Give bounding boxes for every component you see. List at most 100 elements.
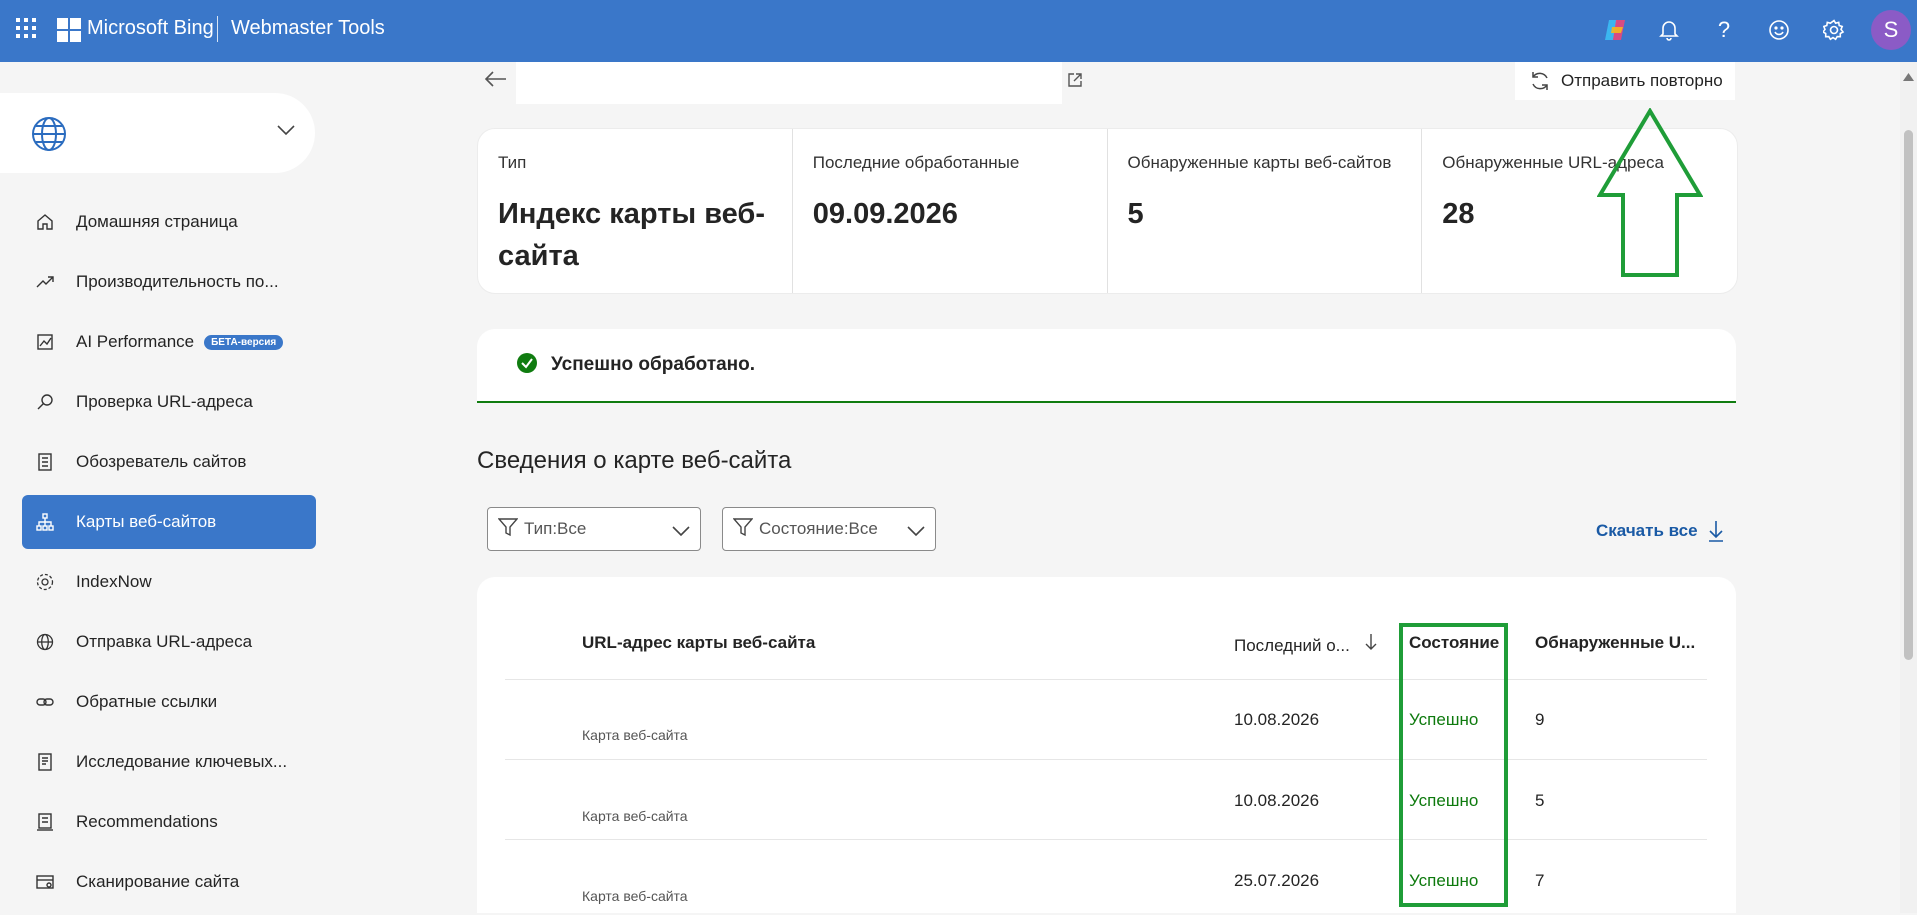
type-filter[interactable]: Тип:Все bbox=[487, 507, 701, 551]
sitemap-icon bbox=[35, 512, 55, 532]
column-header-last-processed[interactable]: Последний о... bbox=[1234, 633, 1377, 656]
status-text: Успешно обработано. bbox=[551, 354, 756, 375]
info-type-label: Тип bbox=[498, 153, 527, 172]
feedback-smiley-icon[interactable] bbox=[1763, 14, 1795, 46]
download-icon bbox=[1708, 521, 1723, 542]
sidebar-item-performance[interactable]: Производительность по... bbox=[22, 255, 316, 309]
sidebar-item-label: Recommendations bbox=[76, 812, 218, 831]
row-type: Карта веб-сайта bbox=[582, 727, 688, 743]
sidebar-item-label: Отправка URL-адреса bbox=[76, 632, 253, 651]
filter-icon bbox=[497, 517, 519, 542]
brand-divider bbox=[217, 16, 218, 42]
chart-icon bbox=[35, 332, 55, 352]
resubmit-label: Отправить повторно bbox=[1561, 71, 1723, 90]
scrollbar-thumb[interactable] bbox=[1904, 130, 1913, 660]
column-header-url[interactable]: URL-адрес карты веб-сайта bbox=[582, 633, 815, 653]
up-arrow-annotation-icon bbox=[1596, 107, 1704, 283]
column-header-discovered[interactable]: Обнаруженные U... bbox=[1535, 633, 1695, 653]
info-last-processed: Последние обработанные 09.09.2026 bbox=[793, 129, 1108, 293]
scan-icon bbox=[35, 872, 55, 892]
sidebar-item-label: Сканирование сайта bbox=[76, 872, 240, 891]
refresh-icon bbox=[1532, 72, 1548, 90]
open-external-icon[interactable] bbox=[1067, 72, 1083, 93]
sidebar-item-keyword-research[interactable]: Исследование ключевых... bbox=[22, 735, 316, 789]
sidebar-nav: Домашняя страница Производительность по.… bbox=[22, 195, 316, 915]
download-all-link[interactable]: Скачать все bbox=[1596, 520, 1724, 542]
sidebar-item-recommendations[interactable]: Recommendations bbox=[22, 795, 316, 849]
sitemaps-table: URL-адрес карты веб-сайта Последний о...… bbox=[477, 577, 1736, 913]
row-date: 10.08.2026 bbox=[1234, 791, 1320, 810]
resubmit-button[interactable]: Отправить повторно bbox=[1515, 62, 1735, 100]
chevron-down-icon bbox=[672, 522, 690, 542]
sidebar-item-label: Производительность по... bbox=[76, 272, 279, 291]
row-count: 9 bbox=[1535, 710, 1545, 729]
document-icon bbox=[35, 752, 55, 772]
row-count: 5 bbox=[1535, 791, 1545, 810]
notifications-icon[interactable] bbox=[1653, 14, 1685, 46]
status-column-highlight bbox=[1399, 623, 1508, 907]
info-sitemaps: Обнаруженные карты веб-сайтов 5 bbox=[1108, 129, 1423, 293]
info-type: Тип Индекс карты веб-сайта bbox=[478, 129, 793, 293]
checklist-icon bbox=[35, 812, 55, 832]
section-title: Сведения о карте веб-сайта bbox=[477, 447, 792, 474]
top-bar: Microsoft Bing Webmaster Tools ? S bbox=[0, 0, 1917, 62]
sidebar-item-site-explorer[interactable]: Обозреватель сайтов bbox=[22, 435, 316, 489]
sidebar-item-label: Исследование ключевых... bbox=[76, 752, 288, 771]
home-icon bbox=[35, 212, 55, 232]
sidebar-item-site-scan[interactable]: Сканирование сайта bbox=[22, 855, 316, 909]
product-name[interactable]: Webmaster Tools bbox=[231, 17, 385, 40]
scroll-up-icon[interactable] bbox=[1903, 68, 1914, 86]
back-arrow-icon[interactable] bbox=[484, 70, 508, 93]
sidebar-item-indexnow[interactable]: IndexNow bbox=[22, 555, 316, 609]
info-last-processed-label: Последние обработанные bbox=[812, 153, 1020, 172]
success-check-icon bbox=[517, 352, 537, 378]
globe-icon bbox=[35, 632, 55, 652]
row-date: 25.07.2026 bbox=[1234, 871, 1320, 890]
microsoft-logo-icon bbox=[57, 18, 81, 42]
sidebar-item-label: Карты веб-сайтов bbox=[76, 512, 217, 531]
link-icon bbox=[35, 692, 55, 712]
sidebar-item-sitemaps[interactable]: Карты веб-сайтов bbox=[22, 495, 316, 549]
sidebar-item-home[interactable]: Домашняя страница bbox=[22, 195, 316, 249]
copilot-icon[interactable] bbox=[1600, 14, 1632, 46]
download-all-label: Скачать все bbox=[1596, 521, 1698, 540]
status-filter-label: Состояние:Все bbox=[759, 519, 878, 538]
sidebar-item-backlinks[interactable]: Обратные ссылки bbox=[22, 675, 316, 729]
type-filter-label: Тип:Все bbox=[524, 519, 587, 538]
sidebar-item-label: AI Performance bbox=[76, 332, 195, 351]
column-header-last-label: Последний о... bbox=[1234, 636, 1350, 655]
row-divider bbox=[505, 839, 1707, 840]
trend-icon bbox=[35, 272, 55, 292]
row-divider bbox=[505, 759, 1707, 760]
beta-badge: БЕТА-версия bbox=[204, 334, 284, 350]
list-icon bbox=[35, 452, 55, 472]
status-filter[interactable]: Состояние:Все bbox=[722, 507, 936, 551]
chevron-down-icon bbox=[907, 522, 925, 542]
site-selector[interactable] bbox=[0, 93, 315, 173]
help-icon[interactable]: ? bbox=[1708, 14, 1740, 46]
status-banner: Успешно обработано. bbox=[477, 329, 1736, 403]
row-type: Карта веб-сайта bbox=[582, 808, 688, 824]
chevron-down-icon[interactable] bbox=[277, 123, 295, 141]
app-launcher-icon[interactable] bbox=[15, 17, 37, 39]
brand-name[interactable]: Microsoft Bing bbox=[87, 17, 214, 40]
info-type-value: Индекс карты веб-сайта bbox=[498, 198, 765, 272]
gear-icon bbox=[35, 572, 55, 592]
info-sitemaps-label: Обнаруженные карты веб-сайтов bbox=[1127, 153, 1392, 172]
sidebar-item-url-submission[interactable]: Отправка URL-адреса bbox=[22, 615, 316, 669]
sort-down-arrow-icon bbox=[1365, 634, 1377, 655]
row-count: 7 bbox=[1535, 871, 1545, 890]
sitemap-url-field bbox=[516, 62, 1062, 104]
info-last-processed-value: 09.09.2026 bbox=[812, 198, 958, 230]
globe-icon bbox=[30, 115, 68, 158]
sidebar-item-label: IndexNow bbox=[76, 572, 152, 591]
sidebar-item-label: Проверка URL-адреса bbox=[76, 392, 253, 411]
sidebar-item-ai-performance[interactable]: AI Performance БЕТА-версия bbox=[22, 315, 316, 369]
user-avatar[interactable]: S bbox=[1871, 10, 1911, 50]
settings-gear-icon[interactable] bbox=[1818, 14, 1850, 46]
row-type: Карта веб-сайта bbox=[582, 888, 688, 904]
sidebar-item-url-inspection[interactable]: Проверка URL-адреса bbox=[22, 375, 316, 429]
sitemap-info-card: Тип Индекс карты веб-сайта Последние обр… bbox=[477, 128, 1738, 294]
info-sitemaps-value: 5 bbox=[1127, 198, 1144, 230]
header-divider bbox=[505, 679, 1707, 680]
